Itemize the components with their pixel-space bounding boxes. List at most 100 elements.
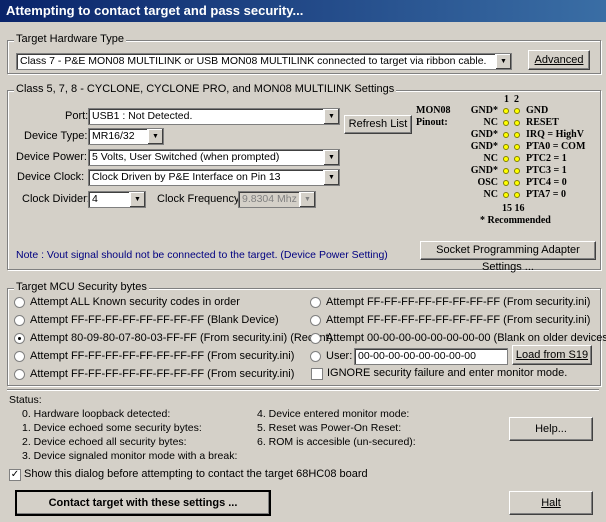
hardware-type-select[interactable]: Class 7 - P&E MON08 MULTILINK or USB MON…: [16, 53, 512, 70]
pin-dot-icon: [514, 192, 520, 198]
help-button[interactable]: Help...: [509, 417, 593, 441]
advanced-button[interactable]: Advanced: [528, 50, 590, 70]
contact-target-label: Contact target with these settings ...: [48, 497, 238, 509]
pin-dot-icon: [503, 120, 509, 126]
security-option-label: Attempt 80-09-80-07-80-03-FF-FF (From se…: [30, 332, 333, 344]
hardware-group-label: Target Hardware Type: [14, 33, 127, 45]
port-select[interactable]: USB1 : Not Detected. ▼: [88, 108, 340, 125]
pin-dot-icon: [503, 168, 509, 174]
chevron-down-icon[interactable]: ▼: [147, 129, 163, 144]
halt-button[interactable]: Halt: [509, 491, 593, 515]
pin-dot-icon: [514, 180, 520, 186]
security-option-label: Attempt FF-FF-FF-FF-FF-FF-FF-FF (From se…: [326, 314, 591, 326]
security-option-label: Attempt 00-00-00-00-00-00-00-00 (Blank o…: [326, 332, 606, 344]
pin-dot-icon: [514, 168, 520, 174]
status-line: 3. Device signaled monitor mode with a b…: [22, 450, 238, 462]
show-dialog-checkbox[interactable]: ✓: [9, 469, 21, 481]
show-dialog-label: Show this dialog before attempting to co…: [24, 468, 368, 480]
device-power-select[interactable]: 5 Volts, User Switched (when prompted) ▼: [88, 149, 340, 166]
security-radio-5[interactable]: [310, 297, 321, 308]
pin-dot-icon: [503, 132, 509, 138]
pinout-right-signal: PTA7 = 0: [526, 189, 566, 200]
socket-adapter-settings-button[interactable]: Socket Programming Adapter Settings ...: [420, 241, 596, 273]
pinout-row: OSC PTC4 = 0: [416, 177, 596, 189]
refresh-list-label: Refresh List: [348, 118, 408, 130]
pin-dot-icon: [503, 192, 509, 198]
pinout-row: GND* PTA0 = COM: [416, 141, 596, 153]
pinout-recommended: * Recommended: [480, 215, 551, 226]
pin-dot-icon: [514, 120, 520, 126]
status-line: 0. Hardware loopback detected:: [22, 408, 171, 420]
settings-group-label: Class 5, 7, 8 - CYCLONE, CYCLONE PRO, an…: [14, 83, 397, 95]
security-radio-4[interactable]: [14, 369, 25, 380]
chevron-down-icon[interactable]: ▼: [129, 192, 145, 207]
hardware-type-value: Class 7 - P&E MON08 MULTILINK or USB MON…: [20, 55, 487, 67]
pinout-left-signal: OSC: [477, 177, 498, 188]
device-power-value: 5 Volts, User Switched (when prompted): [92, 151, 280, 163]
security-option-label: Attempt FF-FF-FF-FF-FF-FF-FF-FF (From se…: [30, 350, 295, 362]
status-line: 6. ROM is accesible (un-secured):: [257, 436, 416, 448]
status-line: 4. Device entered monitor mode:: [257, 408, 410, 420]
ignore-security-checkbox[interactable]: [311, 368, 323, 380]
pinout-right-signal: PTA0 = COM: [526, 141, 586, 152]
chevron-down-icon[interactable]: ▼: [323, 109, 339, 124]
chevron-down-icon[interactable]: ▼: [495, 54, 511, 69]
user-label: User:: [326, 350, 353, 362]
user-security-value: 00-00-00-00-00-00-00-00: [358, 350, 476, 362]
pin-dot-icon: [514, 132, 520, 138]
window-title: Attempting to contact target and pass se…: [0, 0, 606, 22]
security-group-label: Target MCU Security bytes: [14, 281, 149, 293]
device-type-value: MR16/32: [92, 130, 135, 142]
clock-divider-select[interactable]: 4 ▼: [88, 191, 146, 208]
security-group: Target MCU Security bytes Attempt ALL Kn…: [7, 281, 606, 386]
security-dialog: Attempting to contact target and pass se…: [0, 0, 606, 522]
status-line: 5. Reset was Power-On Reset:: [257, 422, 402, 434]
chevron-down-icon[interactable]: ▼: [323, 150, 339, 165]
security-radio-6[interactable]: [310, 315, 321, 326]
port-label: Port:: [65, 110, 89, 122]
security-radio-0[interactable]: [14, 297, 25, 308]
refresh-list-button[interactable]: Refresh List: [344, 115, 412, 134]
security-radio-user[interactable]: [310, 351, 321, 362]
pinout-row: GND* IRQ = HighV: [416, 129, 596, 141]
pinout-row: NC RESET: [416, 117, 596, 129]
security-option-label: Attempt FF-FF-FF-FF-FF-FF-FF-FF (From se…: [326, 296, 591, 308]
pinout-left-signal: NC: [483, 117, 498, 128]
pinout-right-signal: GND: [526, 105, 549, 116]
pinout-row: GND* GND: [416, 105, 596, 117]
pinout-right-signal: RESET: [526, 117, 559, 128]
clock-frequency-select: 9.8304 Mhz ▼: [238, 191, 316, 208]
pinout-bottom-numbers: 15 16: [502, 203, 525, 214]
status-line: 1. Device echoed some security bytes:: [22, 422, 202, 434]
device-clock-select[interactable]: Clock Driven by P&E Interface on Pin 13 …: [88, 169, 340, 186]
pinout-right-signal: IRQ = HighV: [526, 129, 584, 140]
vout-note: Note : Vout signal should not be connect…: [16, 249, 388, 261]
security-radio-7[interactable]: [310, 333, 321, 344]
ignore-security-label: IGNORE security failure and enter monito…: [327, 367, 568, 379]
security-radio-3[interactable]: [14, 351, 25, 362]
security-radio-2[interactable]: [14, 333, 25, 344]
load-from-s19-button[interactable]: Load from S19: [512, 345, 592, 365]
device-type-select[interactable]: MR16/32 ▼: [88, 128, 164, 145]
halt-button-label: Halt: [541, 497, 561, 509]
security-radio-1[interactable]: [14, 315, 25, 326]
device-clock-value: Clock Driven by P&E Interface on Pin 13: [92, 171, 281, 183]
help-button-label: Help...: [535, 423, 567, 435]
security-option-label: Attempt FF-FF-FF-FF-FF-FF-FF-FF (From se…: [30, 368, 295, 380]
device-clock-label: Device Clock:: [17, 171, 85, 183]
pinout-right-signal: PTC4 = 0: [526, 177, 567, 188]
socket-adapter-settings-label: Socket Programming Adapter Settings ...: [436, 244, 580, 273]
chevron-down-icon[interactable]: ▼: [323, 170, 339, 185]
status-line: 2. Device echoed all security bytes:: [22, 436, 187, 448]
pinout-diagram: MON08 Pinout: 1 2 GND* GND NC RESET GND* IRQ …: [416, 93, 596, 235]
pinout-left-signal: NC: [483, 153, 498, 164]
port-value: USB1 : Not Detected.: [92, 110, 193, 122]
user-security-input[interactable]: 00-00-00-00-00-00-00-00: [354, 348, 508, 365]
pinout-left-signal: NC: [483, 189, 498, 200]
chevron-down-icon: ▼: [299, 192, 315, 207]
advanced-button-label: Advanced: [534, 54, 584, 66]
security-option-label: Attempt FF-FF-FF-FF-FF-FF-FF-FF (Blank D…: [30, 314, 279, 326]
status-separator: [7, 389, 599, 391]
contact-target-button[interactable]: Contact target with these settings ...: [15, 490, 271, 516]
device-type-label: Device Type:: [24, 130, 88, 142]
